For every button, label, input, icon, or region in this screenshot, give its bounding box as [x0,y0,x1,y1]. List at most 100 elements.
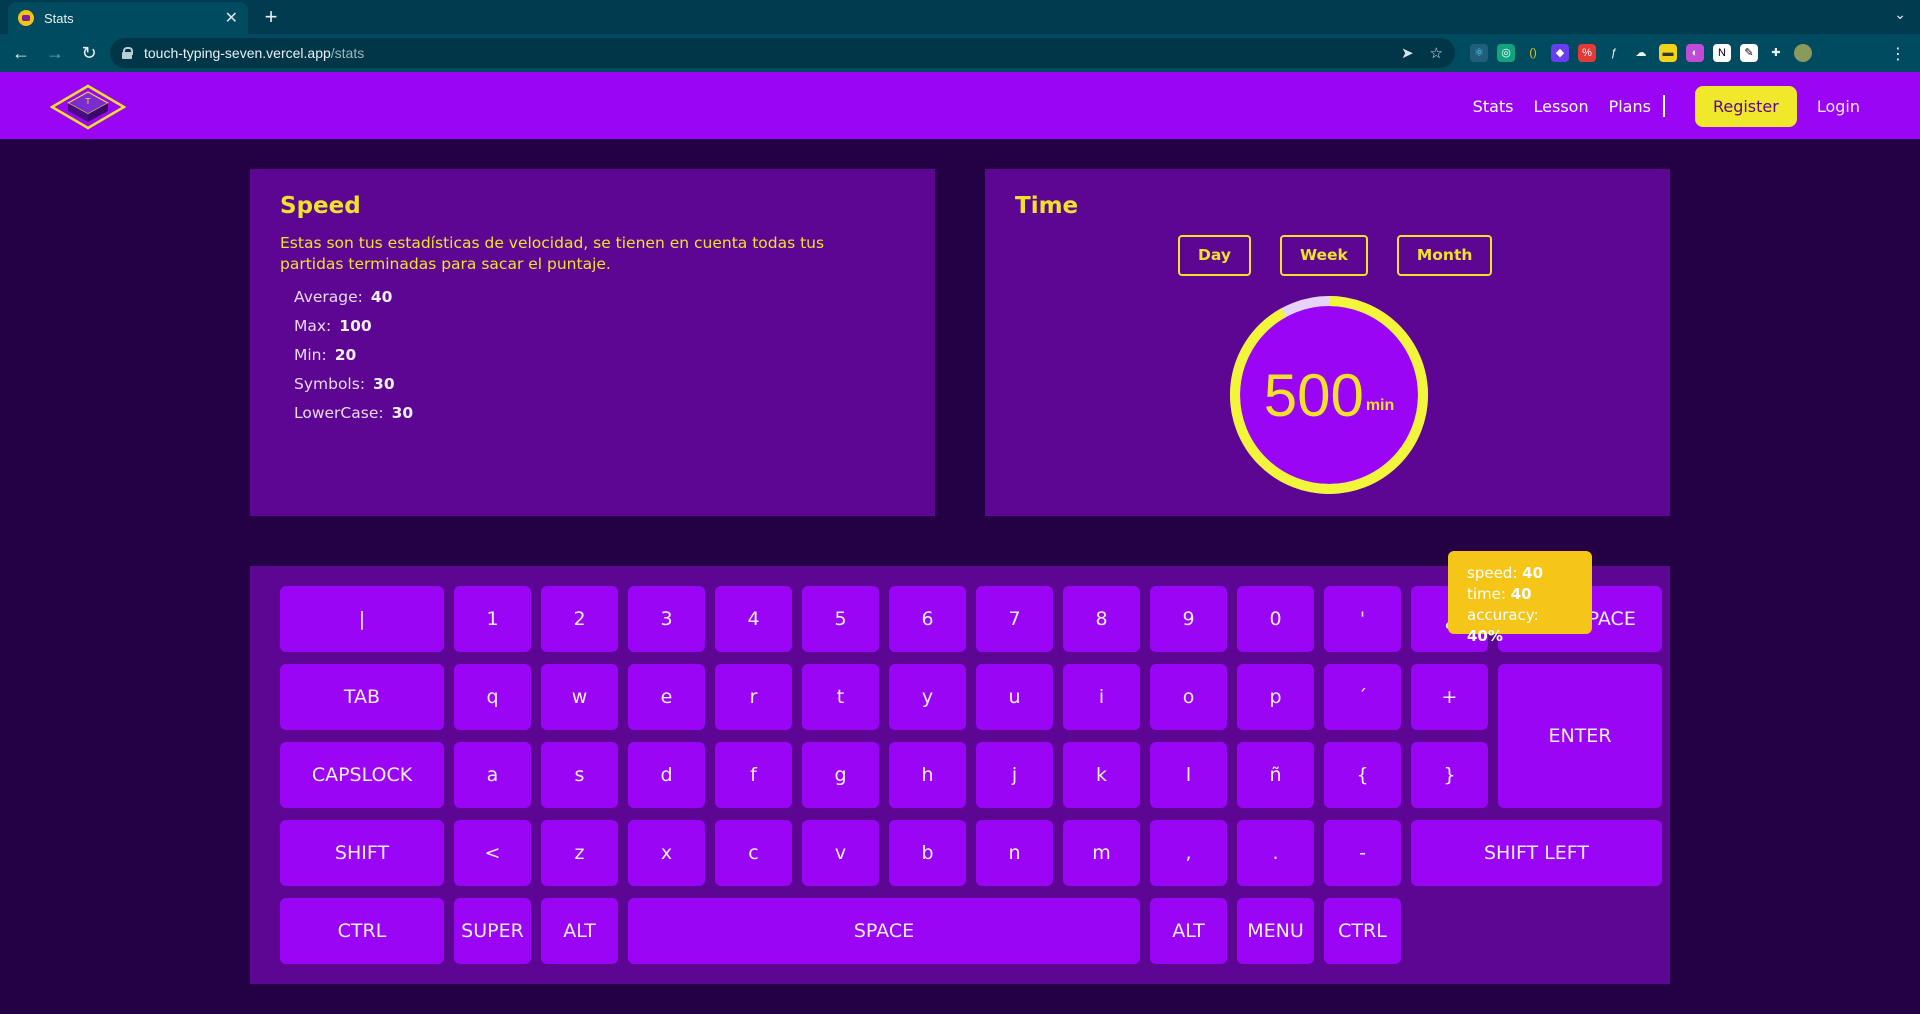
extension-shape-icon[interactable]: ◐ [1686,44,1704,62]
extension-cloud-icon[interactable]: ☁ [1632,44,1650,62]
key--[interactable]: ' [1324,586,1401,652]
period-selector: Day Week Month [1178,235,1493,276]
key-ñ[interactable]: ñ [1237,742,1314,808]
key-enter[interactable]: ENTER [1498,664,1662,808]
forward-icon[interactable]: → [42,40,68,66]
key--[interactable]: + [1411,664,1488,730]
key-l[interactable]: l [1150,742,1227,808]
profile-avatar[interactable] [1794,44,1812,62]
key-shift[interactable]: SHIFT [280,820,444,886]
key-super[interactable]: SUPER [454,898,531,964]
nav-link-plans[interactable]: Plans [1609,97,1651,116]
extension-gem-icon[interactable]: ◆ [1551,44,1569,62]
key-3[interactable]: 3 [628,586,705,652]
stat-min: Min: 20 [294,346,357,364]
key-9[interactable]: 9 [1150,586,1227,652]
main-nav: Stats Lesson Plans Register Login [1453,85,1860,127]
key-g[interactable]: g [802,742,879,808]
key-1[interactable]: 1 [454,586,531,652]
key--[interactable]: - [1324,820,1401,886]
key-ctrl[interactable]: CTRL [1324,898,1401,964]
register-button[interactable]: Register [1694,85,1797,127]
key-u[interactable]: u [976,664,1053,730]
url-host: touch-typing-seven.vercel.app [144,45,331,61]
tab-title: Stats [44,10,74,26]
key-4[interactable]: 4 [715,586,792,652]
extension-brackets-icon[interactable]: () [1524,44,1542,62]
key-h[interactable]: h [889,742,966,808]
key--[interactable]: < [454,820,531,886]
key-r[interactable]: r [715,664,792,730]
key--[interactable]: , [1150,820,1227,886]
key-0[interactable]: 0 [1237,586,1314,652]
key-p[interactable]: p [1237,664,1314,730]
browser-menu-icon[interactable]: ⋮ [1890,44,1906,64]
key-n[interactable]: n [976,820,1053,886]
key-e[interactable]: e [628,664,705,730]
login-link[interactable]: Login [1817,97,1860,116]
browser-tab[interactable]: Stats ✕ [8,2,248,34]
extension-function-icon[interactable]: ƒ [1605,44,1623,62]
nav-link-stats[interactable]: Stats [1473,97,1514,116]
speed-stats-list: Average: 40 Max: 100 Min: 20 Symbols: 30 Low… [294,283,905,428]
close-tab-icon[interactable]: ✕ [225,8,238,28]
key--[interactable]: | [280,586,444,652]
react-devtools-icon[interactable]: ⚛ [1470,44,1488,62]
key-s[interactable]: s [541,742,618,808]
nav-link-lesson[interactable]: Lesson [1534,97,1589,116]
key-w[interactable]: w [541,664,618,730]
logo-icon[interactable]: T [50,84,126,130]
day-button[interactable]: Day [1178,235,1251,276]
extension-percent-icon[interactable]: % [1578,44,1596,62]
reload-icon[interactable]: ↻ [76,40,102,66]
key-v[interactable]: v [802,820,879,886]
key-shift-left[interactable]: SHIFT LEFT [1411,820,1662,886]
key-c[interactable]: c [715,820,792,886]
new-tab-icon[interactable]: + [258,4,284,30]
url-path: /stats [330,45,365,61]
key-5[interactable]: 5 [802,586,879,652]
key-y[interactable]: y [889,664,966,730]
key-alt[interactable]: ALT [541,898,618,964]
key-8[interactable]: 8 [1063,586,1140,652]
key-k[interactable]: k [1063,742,1140,808]
key-7[interactable]: 7 [976,586,1053,652]
key-o[interactable]: o [1150,664,1227,730]
key-i[interactable]: i [1063,664,1140,730]
key-menu[interactable]: MENU [1237,898,1314,964]
key-a[interactable]: a [454,742,531,808]
key--[interactable]: . [1237,820,1314,886]
key-m[interactable]: m [1063,820,1140,886]
key-q[interactable]: q [454,664,531,730]
tab-search-icon[interactable]: ⌄ [1894,6,1906,23]
key-t[interactable]: t [802,664,879,730]
key-z[interactable]: z [541,820,618,886]
week-button[interactable]: Week [1279,235,1368,276]
key--[interactable]: ´ [1324,664,1401,730]
key--[interactable]: { [1324,742,1401,808]
month-button[interactable]: Month [1396,235,1493,276]
key-f[interactable]: f [715,742,792,808]
extensions-puzzle-icon[interactable]: ✚ [1767,44,1785,62]
site-favicon-icon [18,10,34,26]
key-ctrl[interactable]: CTRL [280,898,444,964]
extension-note-icon[interactable]: ▬ [1659,44,1677,62]
extension-pen-icon[interactable]: ✎ [1740,44,1758,62]
key--[interactable]: } [1411,742,1488,808]
key-b[interactable]: b [889,820,966,886]
key-alt[interactable]: ALT [1150,898,1227,964]
send-icon[interactable]: ➤ [1401,44,1414,62]
notion-icon[interactable]: N [1713,44,1731,62]
key-space[interactable]: SPACE [628,898,1140,964]
bookmark-star-icon[interactable]: ☆ [1430,44,1443,62]
address-bar[interactable]: touch-typing-seven.vercel.app/stats ➤ ☆ [110,38,1455,68]
key-2[interactable]: 2 [541,586,618,652]
key-capslock[interactable]: CAPSLOCK [280,742,444,808]
key-tab[interactable]: TAB [280,664,444,730]
key-x[interactable]: x [628,820,705,886]
extension-circle-icon[interactable]: ◎ [1497,44,1515,62]
key-6[interactable]: 6 [889,586,966,652]
key-d[interactable]: d [628,742,705,808]
key-j[interactable]: j [976,742,1053,808]
back-icon[interactable]: ← [8,40,34,66]
